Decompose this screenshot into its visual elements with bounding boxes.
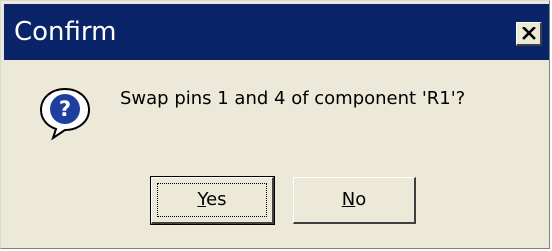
svg-text:?: ?	[59, 97, 71, 121]
title-bar[interactable]: Confirm	[4, 4, 549, 60]
no-button[interactable]: No	[293, 177, 416, 224]
confirm-dialog: Confirm ? Swap pins 1 and 4 of component…	[0, 0, 550, 249]
question-icon: ?	[37, 85, 93, 141]
close-icon	[517, 23, 540, 44]
close-button[interactable]	[516, 22, 542, 46]
no-button-label: No	[341, 189, 367, 210]
window-title: Confirm	[14, 17, 117, 47]
yes-button[interactable]: Yes	[150, 176, 275, 225]
confirm-message: Swap pins 1 and 4 of component 'R1'?	[120, 88, 466, 109]
yes-button-label: Yes	[197, 189, 227, 210]
